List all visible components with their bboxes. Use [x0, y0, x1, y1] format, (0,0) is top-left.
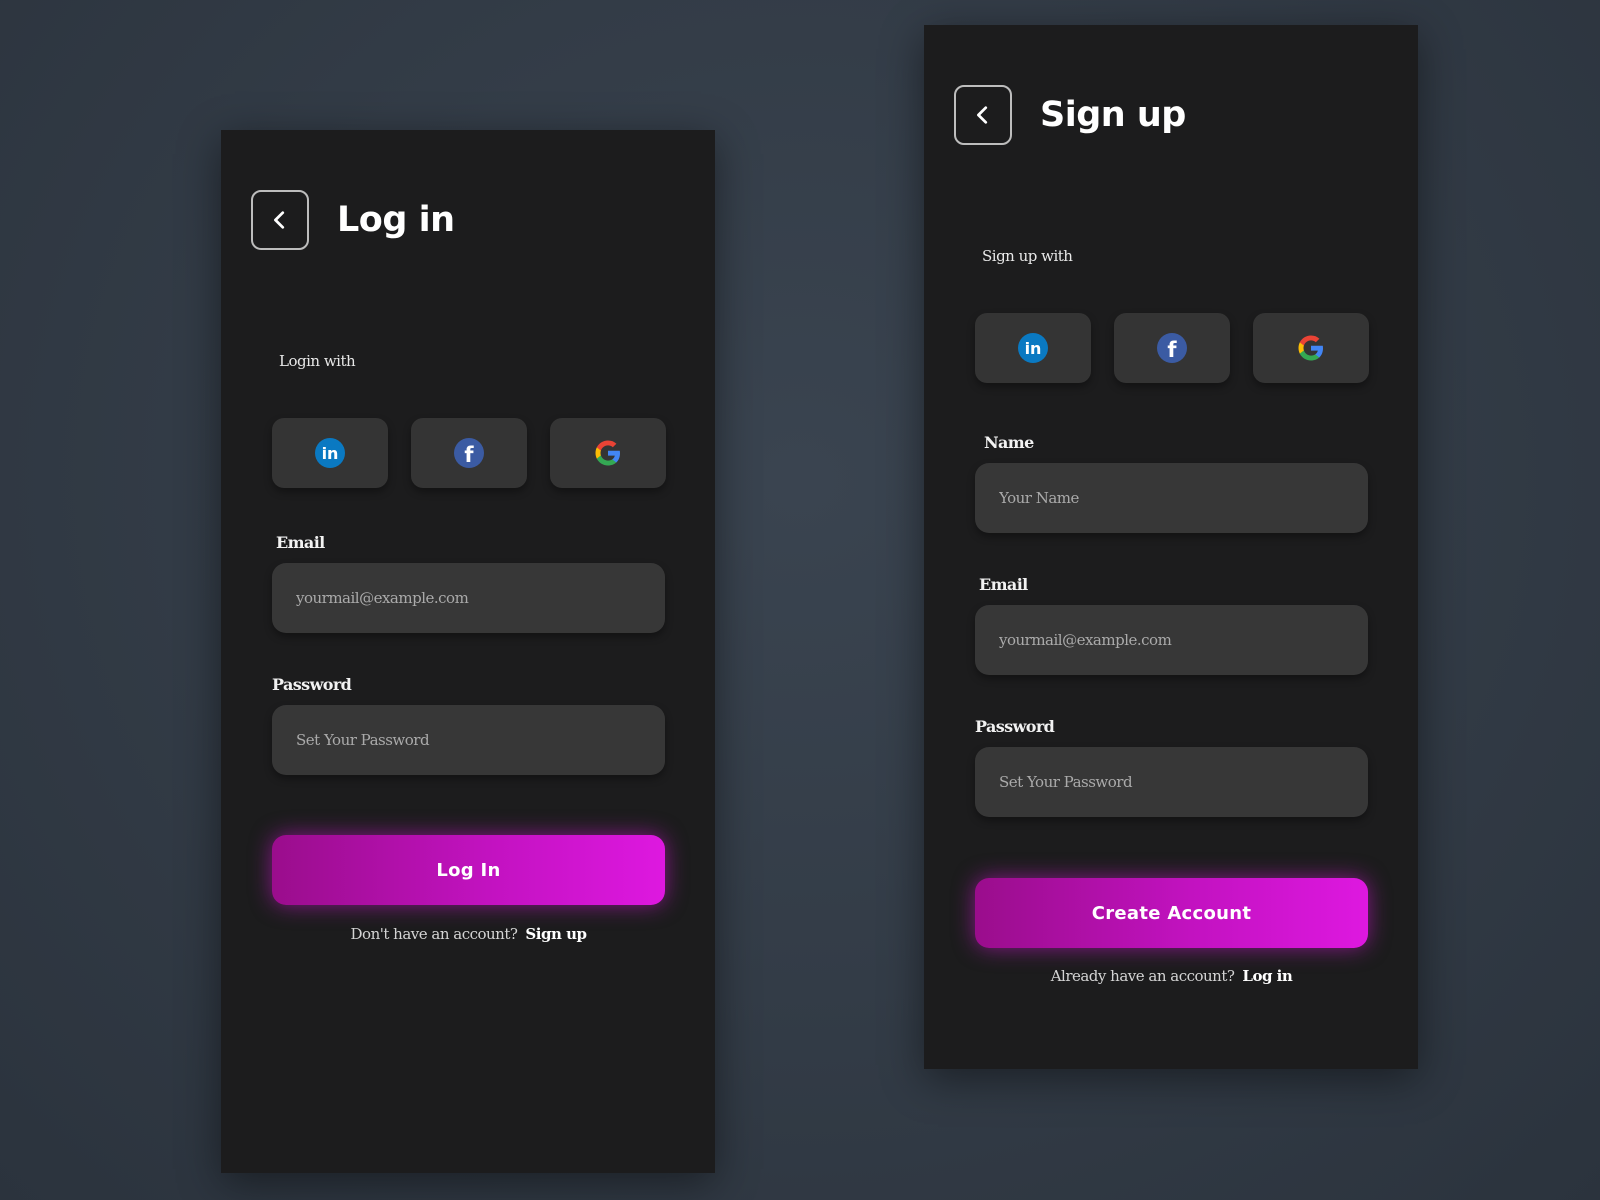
- social-signup-label: Sign up with: [982, 247, 1073, 265]
- svg-text:f: f: [1167, 338, 1177, 362]
- password-label: Password: [272, 675, 352, 694]
- linkedin-icon: in: [1018, 333, 1048, 363]
- name-input[interactable]: [999, 489, 1368, 507]
- social-login-row: in f: [272, 418, 666, 488]
- linkedin-button[interactable]: in: [975, 313, 1091, 383]
- password-field-container: [975, 747, 1368, 817]
- chevron-left-icon: [274, 211, 285, 229]
- signup-link[interactable]: Sign up: [525, 925, 587, 943]
- signup-prompt: Don't have an account? Sign up: [272, 925, 665, 943]
- chevron-left-icon: [977, 106, 988, 124]
- social-signup-row: in f: [975, 313, 1369, 383]
- password-input[interactable]: [999, 773, 1368, 791]
- facebook-button[interactable]: f: [411, 418, 527, 488]
- signup-screen: Sign up Sign up with in f Name Email Pas…: [924, 25, 1418, 1069]
- facebook-button[interactable]: f: [1114, 313, 1230, 383]
- email-label: Email: [979, 575, 1028, 594]
- login-link[interactable]: Log in: [1242, 967, 1292, 985]
- email-field-container: [272, 563, 665, 633]
- google-button[interactable]: [550, 418, 666, 488]
- login-prompt: Already have an account? Log in: [975, 967, 1368, 985]
- social-login-label: Login with: [279, 352, 356, 370]
- linkedin-button[interactable]: in: [272, 418, 388, 488]
- facebook-icon: f: [1157, 333, 1187, 363]
- password-input[interactable]: [296, 731, 665, 749]
- svg-text:in: in: [1025, 339, 1042, 358]
- password-field-container: [272, 705, 665, 775]
- page-title: Sign up: [1040, 95, 1186, 135]
- svg-text:in: in: [322, 444, 339, 463]
- signup-prompt-text: Don't have an account?: [350, 925, 518, 943]
- page-title: Log in: [337, 200, 455, 240]
- name-field-container: [975, 463, 1368, 533]
- facebook-icon: f: [454, 438, 484, 468]
- name-label: Name: [984, 433, 1034, 452]
- linkedin-icon: in: [315, 438, 345, 468]
- login-header: Log in: [251, 190, 455, 250]
- login-button[interactable]: Log In: [272, 835, 665, 905]
- password-label: Password: [975, 717, 1055, 736]
- email-label: Email: [276, 533, 325, 552]
- signup-header: Sign up: [954, 85, 1186, 145]
- email-field-container: [975, 605, 1368, 675]
- svg-text:f: f: [464, 443, 474, 467]
- email-input[interactable]: [999, 631, 1368, 649]
- back-button[interactable]: [954, 85, 1012, 145]
- login-screen: Log in Login with in f Email Password Lo…: [221, 130, 715, 1173]
- google-button[interactable]: [1253, 313, 1369, 383]
- back-button[interactable]: [251, 190, 309, 250]
- email-input[interactable]: [296, 589, 665, 607]
- google-icon: [1298, 335, 1323, 361]
- google-icon: [595, 440, 620, 466]
- create-account-button[interactable]: Create Account: [975, 878, 1368, 948]
- login-prompt-text: Already have an account?: [1050, 967, 1235, 985]
